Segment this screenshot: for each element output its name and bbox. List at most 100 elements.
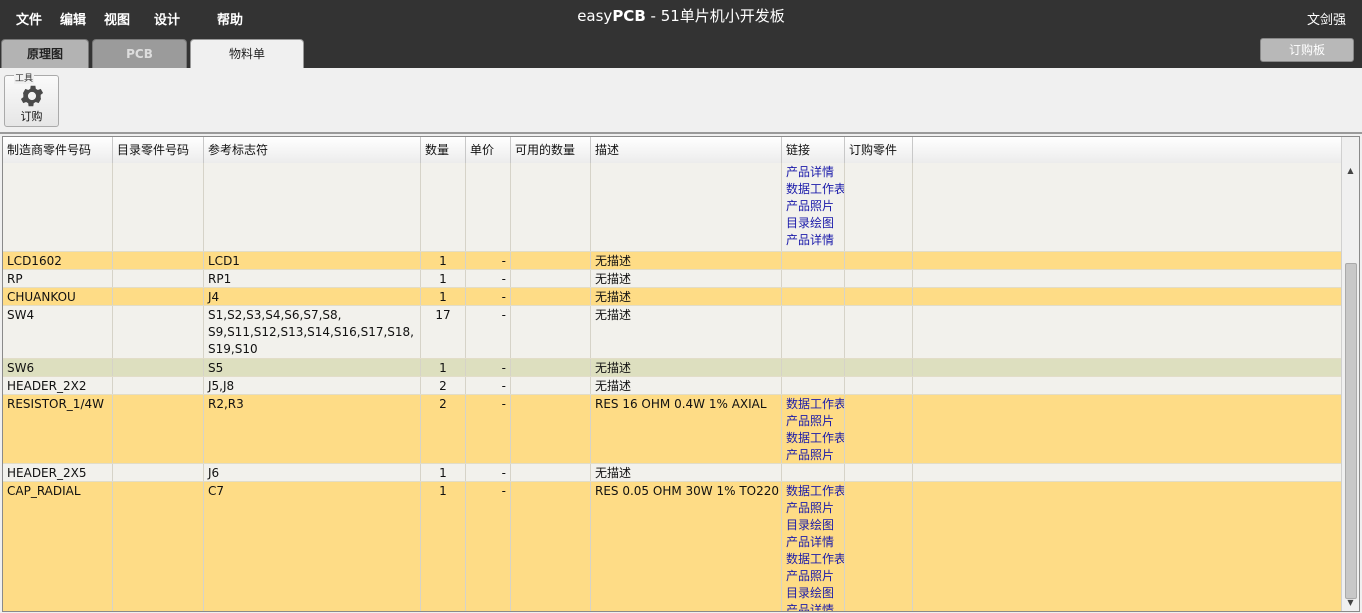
cell-links: 数据工作表 产品照片 目录绘图 产品详情 数据工作表 产品照片 目录绘图 产品详情 xyxy=(782,482,845,611)
tab-bom[interactable]: 物料单 xyxy=(190,39,304,69)
cell-reference: J5,J8 xyxy=(204,377,421,394)
table-row[interactable]: SW6 S5 1- 无描述 xyxy=(3,359,1342,377)
product-link[interactable]: 产品详情 xyxy=(786,164,844,181)
cell-order-part xyxy=(845,377,913,394)
col-mfr-part[interactable]: 制造商零件号码 xyxy=(3,137,113,163)
project-name: - 51单片机小开发板 xyxy=(645,7,785,25)
cell-quantity: 17 xyxy=(421,306,466,358)
table-row[interactable]: 产品详情 数据工作表 产品照片 目录绘图 产品详情 xyxy=(3,163,1342,252)
tab-schematic[interactable]: 原理图 xyxy=(1,39,89,68)
scroll-up-arrow-icon[interactable]: ▲ xyxy=(1342,163,1359,179)
cell-reference: C7 xyxy=(204,482,421,611)
brand-easy: easy xyxy=(577,7,613,25)
product-link[interactable]: 产品照片 xyxy=(786,413,844,430)
product-link[interactable]: 数据工作表 xyxy=(786,483,844,500)
cell-links xyxy=(782,464,845,481)
cell-catalog-part xyxy=(113,377,204,394)
cell-catalog-part xyxy=(113,482,204,611)
table-row[interactable]: RESISTOR_1/4W R2,R3 2- RES 16 OHM 0.4W 1% A… xyxy=(3,395,1342,464)
cell-available xyxy=(511,482,591,611)
col-available[interactable]: 可用的数量 xyxy=(511,137,591,163)
product-link[interactable]: 目录绘图 xyxy=(786,215,844,232)
col-reference[interactable]: 参考标志符 xyxy=(204,137,421,163)
table-row[interactable]: HEADER_2X2 J5,J8 2- 无描述 xyxy=(3,377,1342,395)
cell-reference: RP1 xyxy=(204,270,421,287)
cell-available xyxy=(511,270,591,287)
cell-catalog-part xyxy=(113,395,204,463)
scroll-down-arrow-icon[interactable]: ▼ xyxy=(1342,595,1359,611)
table-row[interactable]: CHUANKOU J4 1- 无描述 xyxy=(3,288,1342,306)
toolbar: 工具 订购 xyxy=(0,68,1362,134)
table-row[interactable]: SW4 S1,S2,S3,S4,S6,S7,S8, S9,S11,S12,S13,… xyxy=(3,306,1342,359)
cell-spacer xyxy=(913,482,1342,611)
col-catalog-part[interactable]: 目录零件号码 xyxy=(113,137,204,163)
user-name[interactable]: 文剑强 xyxy=(1307,9,1346,28)
scroll-thumb[interactable] xyxy=(1345,263,1357,599)
brand-pcb: PCB xyxy=(612,7,646,25)
cell-spacer xyxy=(913,359,1342,376)
cell-catalog-part xyxy=(113,252,204,269)
product-link[interactable]: 产品照片 xyxy=(786,447,844,463)
table-body: 产品详情 数据工作表 产品照片 目录绘图 产品详情 LCD1602 LCD1 1- 无描述 RP R… xyxy=(3,163,1342,611)
table-row[interactable]: LCD1602 LCD1 1- 无描述 xyxy=(3,252,1342,270)
app-title: easyPCB - 51单片机小开发板 xyxy=(0,5,1362,26)
cell-quantity: 1 xyxy=(421,359,466,376)
table-row[interactable]: RP RP1 1- 无描述 xyxy=(3,270,1342,288)
product-link[interactable]: 数据工作表 xyxy=(786,396,844,413)
product-link[interactable]: 数据工作表 xyxy=(786,181,844,198)
cell-links: 产品详情 数据工作表 产品照片 目录绘图 产品详情 xyxy=(782,163,845,251)
col-quantity[interactable]: 数量 xyxy=(421,137,466,163)
cell-description: 无描述 xyxy=(591,270,782,287)
table-row[interactable]: CAP_RADIAL C7 1- RES 0.05 OHM 30W 1% TO220 数… xyxy=(3,482,1342,611)
cell-links xyxy=(782,377,845,394)
cell-catalog-part xyxy=(113,163,204,251)
cell-quantity: 1 xyxy=(421,288,466,305)
product-link[interactable]: 数据工作表 xyxy=(786,551,844,568)
cell-unit-price: - xyxy=(466,377,511,394)
cell-catalog-part xyxy=(113,288,204,305)
col-description[interactable]: 描述 xyxy=(591,137,782,163)
cell-available xyxy=(511,464,591,481)
tab-pcb[interactable]: PCB xyxy=(92,39,187,68)
product-link[interactable]: 产品详情 xyxy=(786,602,844,611)
cell-quantity: 1 xyxy=(421,252,466,269)
title-bar: 文件 编辑 视图 设计 帮助 easyPCB - 51单片机小开发板 文剑强 原… xyxy=(0,0,1362,69)
col-order-part[interactable]: 订购零件 xyxy=(845,137,913,163)
col-spacer xyxy=(913,137,1342,163)
cell-quantity: 1 xyxy=(421,464,466,481)
cell-description: 无描述 xyxy=(591,306,782,358)
product-link[interactable]: 产品照片 xyxy=(786,500,844,517)
cell-available xyxy=(511,163,591,251)
cell-unit-price: - xyxy=(466,270,511,287)
order-board-button[interactable]: 订购板 xyxy=(1260,38,1354,62)
cell-reference: J4 xyxy=(204,288,421,305)
product-link[interactable]: 目录绘图 xyxy=(786,517,844,534)
cell-unit-price: - xyxy=(466,359,511,376)
cell-unit-price: - xyxy=(466,464,511,481)
cell-links xyxy=(782,288,845,305)
vertical-scrollbar[interactable]: ▲ ▼ xyxy=(1341,137,1359,611)
cell-spacer xyxy=(913,464,1342,481)
product-link[interactable]: 产品照片 xyxy=(786,198,844,215)
order-button-label: 订购 xyxy=(20,110,43,123)
product-link[interactable]: 产品详情 xyxy=(786,232,844,249)
cell-links xyxy=(782,252,845,269)
cell-spacer xyxy=(913,163,1342,251)
product-link[interactable]: 产品详情 xyxy=(786,534,844,551)
cell-order-part xyxy=(845,482,913,611)
cell-links xyxy=(782,306,845,358)
product-link[interactable]: 目录绘图 xyxy=(786,585,844,602)
product-link[interactable]: 数据工作表 xyxy=(786,430,844,447)
cell-catalog-part xyxy=(113,464,204,481)
table-row[interactable]: HEADER_2X5 J6 1- 无描述 xyxy=(3,464,1342,482)
cell-available xyxy=(511,288,591,305)
cell-description: 无描述 xyxy=(591,252,782,269)
col-unit-price[interactable]: 单价 xyxy=(466,137,511,163)
cell-mfr-part: RP xyxy=(3,270,113,287)
cell-available xyxy=(511,252,591,269)
cell-available xyxy=(511,395,591,463)
product-link[interactable]: 产品照片 xyxy=(786,568,844,585)
col-links[interactable]: 链接 xyxy=(782,137,845,163)
cell-available xyxy=(511,377,591,394)
cell-links: 数据工作表 产品照片 数据工作表 产品照片 xyxy=(782,395,845,463)
